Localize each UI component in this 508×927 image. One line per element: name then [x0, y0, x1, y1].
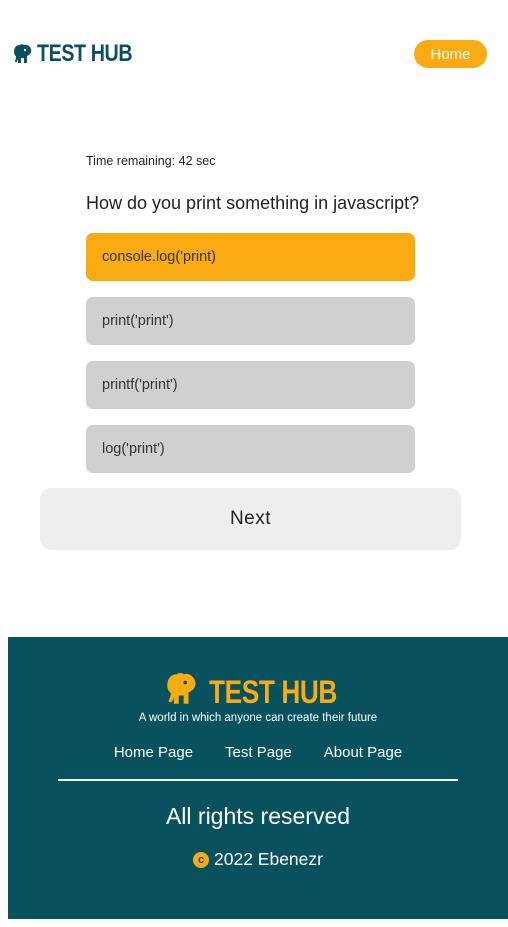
footer-brand: TEST HUB	[8, 671, 508, 712]
elephant-icon	[13, 43, 33, 65]
answer-option-2[interactable]: print('print')	[86, 297, 415, 345]
copyright-text: 2022 Ebenezr	[214, 849, 323, 869]
site-footer: TEST HUB A world in which anyone can cre…	[8, 637, 508, 919]
time-remaining: Time remaining: 42 sec	[86, 154, 216, 168]
copyright-icon: c	[193, 851, 209, 868]
site-header: TEST HUB Home	[0, 0, 508, 110]
footer-link-home[interactable]: Home Page	[114, 744, 193, 761]
footer-link-test[interactable]: Test Page	[225, 744, 292, 761]
quiz-panel: Time remaining: 42 sec How do you print …	[86, 150, 420, 489]
brand-title: TEST HUB	[37, 40, 133, 67]
next-button[interactable]: Next	[40, 488, 461, 550]
rights-text: All rights reserved	[165, 803, 351, 829]
footer-nav: Home Page Test Page About Page	[8, 744, 508, 761]
footer-link-about[interactable]: About Page	[324, 744, 402, 761]
answer-option-4[interactable]: log('print')	[86, 425, 415, 473]
elephant-icon	[165, 671, 199, 712]
answer-option-1[interactable]: console.log('print)	[86, 233, 415, 281]
answer-options: console.log('print) print('print') print…	[86, 233, 416, 473]
footer-divider	[58, 779, 458, 781]
question-text: How do you print something in javascript…	[86, 193, 420, 213]
header-brand[interactable]: TEST HUB	[13, 38, 153, 70]
footer-tagline: A world in which anyone can create their…	[138, 712, 378, 724]
copyright: c 2022 Ebenezr	[8, 849, 508, 870]
answer-option-3[interactable]: printf('print')	[86, 361, 415, 409]
footer-brand-title: TEST HUB	[209, 673, 337, 710]
home-button[interactable]: Home	[414, 40, 487, 68]
